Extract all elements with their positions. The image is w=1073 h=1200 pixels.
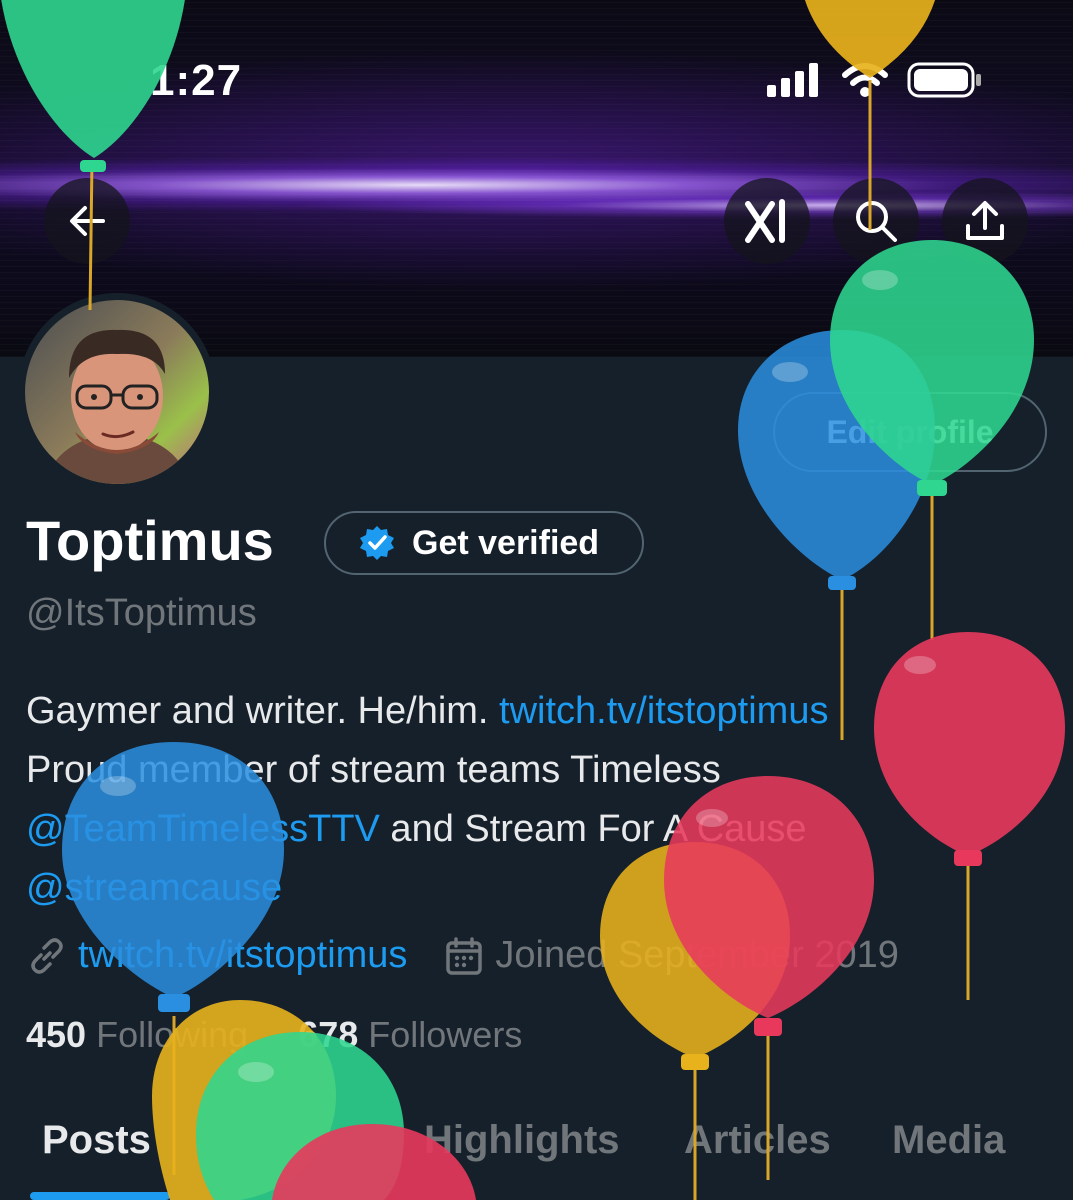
joined-date: Joined September 2019: [495, 934, 899, 976]
get-verified-label: Get verified: [412, 523, 600, 562]
calendar-icon: [446, 936, 483, 975]
followers-label: Followers: [368, 1014, 523, 1055]
search-button[interactable]: [833, 178, 919, 264]
follow-stats: 450 Following 678 Followers: [26, 1014, 522, 1056]
arrow-left-icon: [70, 206, 105, 236]
tab-media[interactable]: Media: [892, 1118, 1005, 1163]
status-time: 1:27: [150, 56, 243, 105]
get-verified-button[interactable]: Get verified: [324, 511, 644, 575]
grok-icon: [745, 199, 785, 243]
following-label: Following: [96, 1014, 249, 1055]
bio-text: Proud member of stream teams Timeless: [26, 749, 721, 791]
followers-link[interactable]: 678 Followers: [298, 1014, 522, 1055]
link-icon: [31, 937, 63, 974]
avatar-photo: [25, 300, 209, 484]
verified-badge-icon: [360, 526, 394, 560]
tab-articles[interactable]: Articles: [684, 1118, 831, 1163]
bio-mention[interactable]: @TeamTimelessTTV: [26, 808, 380, 850]
profile-tabs: Posts Highlights Articles Media: [0, 1112, 1073, 1200]
share-icon: [966, 201, 1004, 240]
share-button[interactable]: [942, 178, 1028, 264]
profile-meta: twitch.tv/itstoptimus Joined September 2…: [26, 934, 899, 977]
avatar[interactable]: [18, 293, 216, 491]
back-button[interactable]: [44, 178, 130, 264]
bio: Gaymer and writer. He/him. twitch.tv/its…: [26, 682, 1026, 918]
bio-mention[interactable]: @streamcause: [26, 867, 282, 909]
grok-button[interactable]: [724, 178, 810, 264]
bio-text: Gaymer and writer. He/him.: [26, 690, 500, 732]
edit-profile-button[interactable]: Edit profile: [773, 392, 1047, 472]
following-link[interactable]: 450 Following: [26, 1014, 248, 1055]
search-icon: [856, 201, 897, 242]
bio-link[interactable]: twitch.tv/itstoptimus: [499, 690, 828, 732]
user-handle: @ItsToptimus: [26, 592, 257, 634]
bio-text: and Stream For A Cause: [379, 808, 807, 850]
wifi-icon: [842, 63, 888, 97]
tab-posts[interactable]: Posts: [42, 1118, 151, 1163]
website-link[interactable]: twitch.tv/itstoptimus: [78, 934, 407, 977]
tab-highlights[interactable]: Highlights: [424, 1118, 620, 1163]
followers-count: 678: [298, 1014, 359, 1055]
battery-icon: [907, 62, 981, 98]
signal-icon: [767, 63, 818, 97]
active-tab-indicator: [30, 1192, 170, 1200]
status-icons: [767, 62, 983, 98]
following-count: 450: [26, 1014, 87, 1055]
display-name: Toptimus: [26, 509, 274, 572]
